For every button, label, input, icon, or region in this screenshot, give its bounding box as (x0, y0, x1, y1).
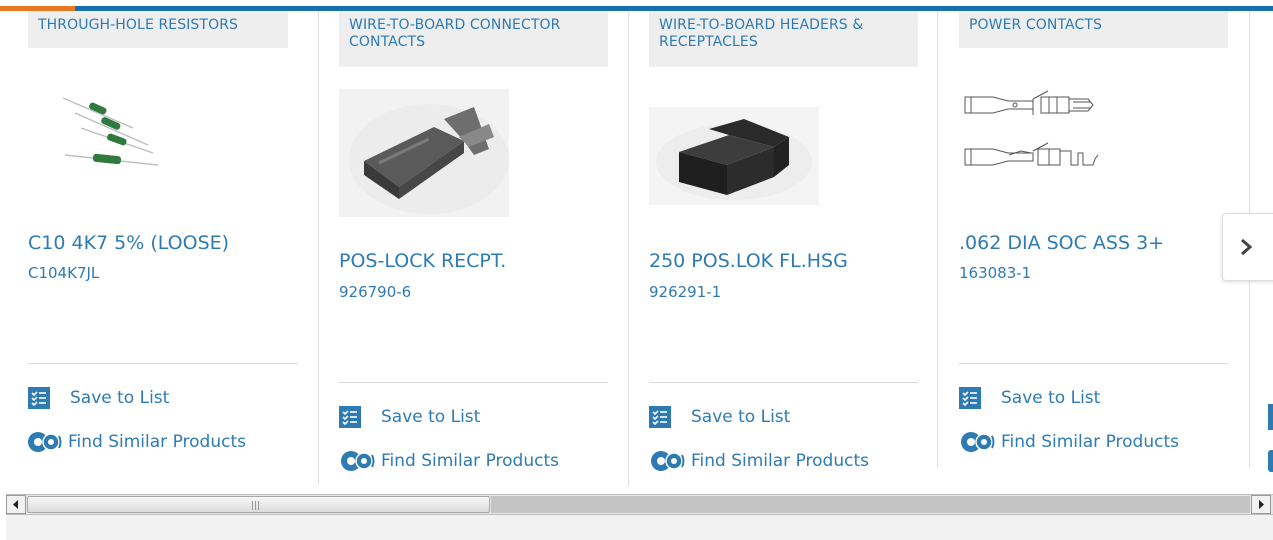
save-to-list-button[interactable]: Save to List (28, 386, 169, 410)
product-category[interactable]: WIRE-TO-BOARD CONNECTOR CONTACTS (339, 11, 608, 67)
find-similar-label: Find Similar Products (1001, 432, 1179, 452)
card-separator (28, 363, 298, 364)
scrollbar-track[interactable] (491, 496, 1250, 513)
contact-image[interactable] (339, 89, 509, 217)
find-similar-label: Find Similar Products (68, 432, 246, 452)
gears-icon (651, 451, 685, 471)
find-similar-button[interactable]: Find Similar Products (26, 430, 246, 454)
product-category[interactable]: THROUGH-HOLE RESISTORS (28, 11, 288, 48)
chevron-right-icon (1241, 238, 1253, 256)
part-number-link[interactable]: 926790-6 (339, 282, 411, 302)
save-to-list-label: Save to List (70, 388, 170, 408)
save-to-list-button[interactable]: Save to List (339, 405, 480, 429)
product-category[interactable]: WIRE-TO-BOARD HEADERS & RECEPTACLES (649, 11, 918, 67)
checklist-icon (959, 387, 981, 409)
card-separator (649, 382, 918, 383)
card-separator (339, 382, 608, 383)
find-similar-label: Find Similar Products (381, 451, 559, 471)
product-category[interactable]: POWER CONTACTS (959, 11, 1228, 48)
scrollbar-grip (252, 501, 264, 510)
gears-icon (341, 451, 375, 471)
carousel-next-button[interactable] (1222, 213, 1273, 281)
triangle-right-icon (1259, 500, 1264, 509)
product-name-link[interactable]: .062 DIA SOC ASS 3+ (959, 231, 1239, 255)
card-divider (318, 11, 319, 486)
product-name-link[interactable]: 250 POS.LOK FL.HSG (649, 249, 929, 273)
find-similar-button[interactable]: Find Similar Products (959, 430, 1179, 454)
card-separator (959, 363, 1228, 364)
power-contact-drawing[interactable] (963, 89, 1123, 171)
checklist-icon (649, 406, 671, 428)
card-divider (628, 11, 629, 486)
resistor-image[interactable] (63, 93, 163, 171)
checklist-icon (339, 406, 361, 428)
housing-image[interactable] (649, 107, 819, 205)
save-to-list-label: Save to List (1001, 388, 1101, 408)
product-name-link[interactable]: POS-LOCK RECPT. (339, 249, 619, 273)
find-similar-label: Find Similar Products (691, 451, 869, 471)
scroll-right-button[interactable] (1251, 495, 1271, 514)
part-number-link[interactable]: 926291-1 (649, 282, 721, 302)
save-to-list-button[interactable]: Save to List (959, 386, 1100, 410)
gears-icon (961, 432, 995, 452)
horizontal-scrollbar[interactable] (6, 494, 1273, 515)
save-to-list-label: Save to List (691, 407, 791, 427)
page-footer-area (6, 515, 1273, 540)
scroll-left-button[interactable] (6, 495, 26, 514)
triangle-left-icon (13, 500, 18, 509)
next-card-peek (1268, 450, 1273, 472)
next-card-peek (1268, 404, 1273, 430)
card-divider (937, 11, 938, 468)
save-to-list-label: Save to List (381, 407, 481, 427)
scrollbar-thumb[interactable] (27, 496, 490, 513)
gears-icon (28, 432, 62, 452)
save-to-list-button[interactable]: Save to List (649, 405, 790, 429)
part-number-link[interactable]: C104K7JL (28, 263, 99, 283)
part-number-link[interactable]: 163083-1 (959, 263, 1031, 283)
find-similar-button[interactable]: Find Similar Products (649, 449, 869, 473)
checklist-icon (28, 387, 50, 409)
product-name-link[interactable]: C10 4K7 5% (LOOSE) (28, 231, 308, 255)
find-similar-button[interactable]: Find Similar Products (339, 449, 559, 473)
